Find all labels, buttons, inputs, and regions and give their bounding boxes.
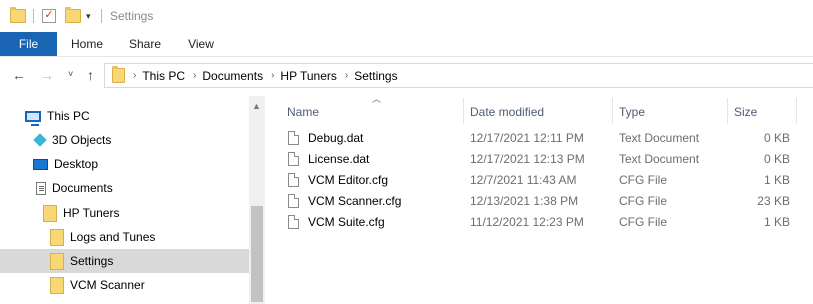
file-size: 1 KB bbox=[763, 173, 790, 187]
chevron-right-icon[interactable]: › bbox=[133, 70, 136, 81]
window-title: Settings bbox=[110, 9, 154, 23]
nav-item-label: Documents bbox=[52, 181, 113, 195]
column-header-size[interactable]: Size bbox=[734, 100, 757, 124]
column-divider[interactable] bbox=[727, 98, 728, 124]
folder-icon bbox=[50, 252, 64, 270]
nav-item-this-pc[interactable]: This PC bbox=[0, 104, 249, 128]
folder-icon bbox=[50, 276, 64, 294]
documents-icon bbox=[36, 181, 46, 195]
breadcrumb-documents[interactable]: Documents bbox=[202, 69, 263, 83]
file-date: 12/17/2021 12:13 PM bbox=[470, 152, 585, 166]
nav-item-label: 3D Objects bbox=[52, 133, 112, 147]
nav-item-label: Logs and Tunes bbox=[70, 230, 156, 244]
tab-view[interactable]: View bbox=[176, 32, 226, 56]
nav-scrollbar[interactable]: ▲ bbox=[249, 96, 265, 304]
column-divider[interactable] bbox=[463, 98, 464, 124]
file-name: License.dat bbox=[308, 152, 370, 166]
document-icon bbox=[288, 173, 299, 187]
chevron-right-icon[interactable]: › bbox=[345, 70, 348, 81]
nav-item-label: Desktop bbox=[54, 157, 99, 171]
sort-ascending-icon: ︿ bbox=[372, 94, 382, 104]
tab-share[interactable]: Share bbox=[120, 32, 170, 56]
file-row[interactable]: VCM Suite.cfg 11/12/2021 12:23 PM CFG Fi… bbox=[266, 212, 813, 233]
file-type: CFG File bbox=[619, 215, 667, 229]
file-name: Debug.dat bbox=[308, 131, 364, 145]
nav-item-label: VCM Scanner bbox=[70, 278, 145, 292]
file-name: VCM Editor.cfg bbox=[308, 173, 389, 187]
document-icon bbox=[288, 194, 299, 208]
column-header-type[interactable]: Type bbox=[619, 100, 645, 124]
file-date: 12/17/2021 12:11 PM bbox=[470, 131, 584, 145]
document-icon bbox=[288, 215, 299, 229]
nav-item-hp-tuners[interactable]: HP Tuners bbox=[0, 201, 249, 225]
nav-item-label: HP Tuners bbox=[63, 206, 120, 220]
up-arrow-icon[interactable]: ↑ bbox=[87, 67, 94, 83]
scroll-thumb[interactable] bbox=[251, 206, 263, 302]
properties-checkbox-icon[interactable]: ✓ bbox=[42, 7, 56, 25]
column-divider[interactable] bbox=[796, 98, 797, 124]
file-size: 0 KB bbox=[763, 131, 790, 145]
file-row[interactable]: License.dat 12/17/2021 12:13 PM Text Doc… bbox=[266, 149, 813, 170]
breadcrumb-hp-tuners[interactable]: HP Tuners bbox=[280, 69, 336, 83]
folder-icon bbox=[10, 7, 26, 25]
back-arrow-icon[interactable]: ← bbox=[12, 67, 26, 83]
nav-item-label: This PC bbox=[47, 109, 90, 123]
column-header-date-modified[interactable]: Date modified bbox=[470, 100, 544, 124]
file-type: Text Document bbox=[619, 131, 700, 145]
column-divider[interactable] bbox=[612, 98, 613, 124]
file-type: Text Document bbox=[619, 152, 700, 166]
file-size: 1 KB bbox=[763, 215, 790, 229]
pc-icon bbox=[25, 110, 41, 126]
tab-file[interactable]: File bbox=[0, 32, 57, 56]
file-size: 23 KB bbox=[757, 194, 790, 208]
navigation-pane: This PC 3D Objects Desktop Documents HP … bbox=[0, 96, 265, 304]
nav-item-vcm-scanner[interactable]: VCM Scanner bbox=[0, 273, 249, 297]
nav-item-label: Settings bbox=[70, 254, 114, 268]
chevron-right-icon[interactable]: › bbox=[271, 70, 274, 81]
nav-item-desktop[interactable]: Desktop bbox=[0, 152, 249, 176]
document-icon bbox=[288, 131, 299, 145]
document-icon bbox=[288, 152, 299, 166]
file-date: 12/7/2021 11:43 AM bbox=[470, 173, 577, 187]
folder-icon bbox=[43, 204, 57, 222]
folder-icon bbox=[112, 66, 125, 83]
nav-item-documents[interactable]: Documents bbox=[0, 176, 249, 200]
file-name: VCM Scanner.cfg bbox=[308, 194, 402, 208]
file-size: 0 KB bbox=[763, 152, 790, 166]
nav-item-settings[interactable]: Settings bbox=[0, 249, 249, 273]
3d-objects-icon bbox=[33, 133, 47, 147]
tab-home[interactable]: Home bbox=[62, 32, 112, 56]
address-bar[interactable]: › This PC › Documents › HP Tuners › Sett… bbox=[104, 63, 813, 88]
file-type: CFG File bbox=[619, 173, 667, 187]
nav-item-logs-and-tunes[interactable]: Logs and Tunes bbox=[0, 225, 249, 249]
file-date: 11/12/2021 12:23 PM bbox=[470, 215, 584, 229]
file-row[interactable]: VCM Editor.cfg 12/7/2021 11:43 AM CFG Fi… bbox=[266, 170, 813, 191]
file-name: VCM Suite.cfg bbox=[308, 215, 385, 229]
nav-item-3d-objects[interactable]: 3D Objects bbox=[0, 128, 249, 152]
customize-dropdown-icon[interactable]: ▾ bbox=[86, 7, 91, 25]
qat-separator bbox=[33, 7, 34, 25]
file-list: ︿ Name Date modified Type Size Debug.dat… bbox=[266, 92, 813, 304]
folder-icon bbox=[50, 228, 64, 246]
scroll-up-icon[interactable]: ▲ bbox=[252, 101, 261, 111]
desktop-icon bbox=[33, 158, 48, 170]
new-folder-icon[interactable] bbox=[65, 7, 81, 25]
address-row: ← → ˅ ↑ › This PC › Documents › HP Tuner… bbox=[0, 58, 813, 92]
file-date: 12/13/2021 1:38 PM bbox=[470, 194, 579, 208]
file-row[interactable]: Debug.dat 12/17/2021 12:11 PM Text Docum… bbox=[266, 128, 813, 149]
column-header-name[interactable]: Name bbox=[287, 100, 319, 124]
title-bar: ✓ ▾ Settings bbox=[0, 0, 813, 32]
file-row[interactable]: VCM Scanner.cfg 12/13/2021 1:38 PM CFG F… bbox=[266, 191, 813, 212]
recent-locations-chevron-icon[interactable]: ˅ bbox=[68, 69, 73, 79]
breadcrumb-settings[interactable]: Settings bbox=[354, 69, 397, 83]
chevron-right-icon[interactable]: › bbox=[193, 70, 196, 81]
forward-arrow-icon[interactable]: → bbox=[40, 67, 54, 83]
breadcrumb-this-pc[interactable]: This PC bbox=[142, 69, 185, 83]
ribbon: File Home Share View bbox=[0, 32, 813, 57]
file-type: CFG File bbox=[619, 194, 667, 208]
title-separator bbox=[101, 7, 102, 25]
